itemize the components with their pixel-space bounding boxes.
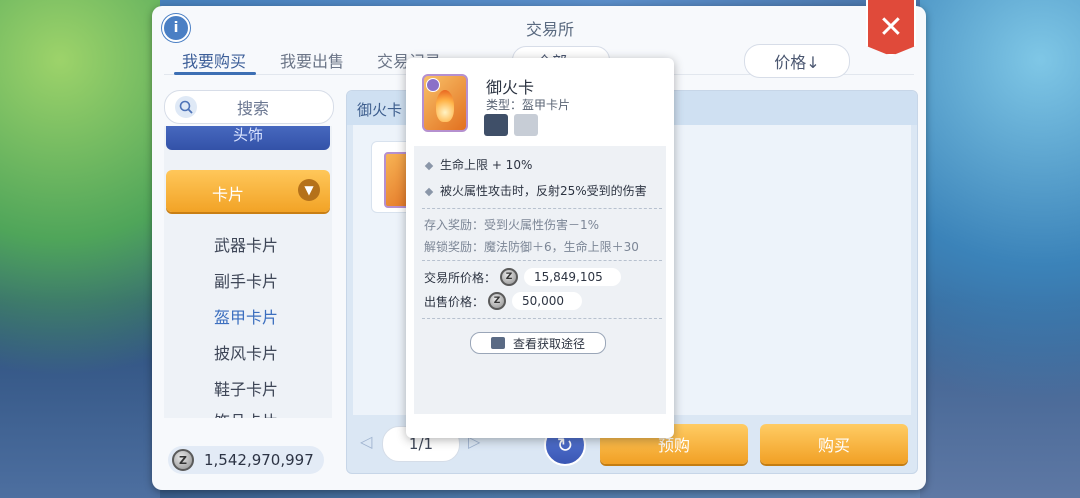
card-icon <box>422 74 468 132</box>
item-tooltip: 御火卡 类型：盔甲卡片 生命上限 + 10% 被火属性攻击时，反射25%受到的伤… <box>406 58 674 438</box>
card-slot-icon <box>514 114 538 136</box>
view-source-label: 查看获取途径 <box>512 336 585 351</box>
category-prev-label: 头饰 <box>232 126 263 144</box>
attribute-text: 被火属性攻击时，反射25%受到的伤害 <box>440 184 647 198</box>
sell-price-label: 出售价格： <box>424 294 485 309</box>
wallet-balance-value: 1,542,970,997 <box>204 451 314 469</box>
deposit-bonus: 存入奖励：受到火属性伤害－1% <box>424 218 600 232</box>
exchange-price-row: 交易所价格： Z 15,849,105 <box>424 268 621 286</box>
sell-price-value: 50,000 <box>512 292 583 310</box>
divider <box>422 260 662 261</box>
inspect-icon <box>490 337 505 349</box>
wallet-balance: Z 1,542,970,997 <box>168 446 324 474</box>
view-source-button[interactable]: 查看获取途径 <box>470 332 606 354</box>
divider <box>422 208 662 209</box>
category-cards-label: 卡片 <box>211 185 244 204</box>
diamond-bullet-icon <box>424 187 434 196</box>
subcategory-offhand[interactable]: 副手卡片 <box>164 268 328 292</box>
attribute-line: 被火属性攻击时，反射25%受到的伤害 <box>424 182 647 199</box>
zeny-coin-icon: Z <box>500 268 519 286</box>
subcategory-armor[interactable]: 盔甲卡片 <box>164 304 328 328</box>
search-box[interactable]: 搜索 <box>164 90 334 124</box>
exchange-price-value: 15,849,105 <box>524 268 621 286</box>
category-list[interactable]: 头饰 卡片 ▼ 武器卡片 副手卡片 盔甲卡片 披风卡片 鞋子卡片 饰品卡片 <box>164 126 332 418</box>
zeny-coin-icon: Z <box>488 292 507 310</box>
diamond-bullet-icon <box>424 161 434 170</box>
tooltip-item-type: 类型：盔甲卡片 <box>486 98 571 112</box>
tooltip-item-name: 御火卡 <box>486 78 535 97</box>
attribute-text: 生命上限 + 10% <box>440 158 533 172</box>
zeny-coin-icon: Z <box>172 449 194 471</box>
subcategory-shoes[interactable]: 鞋子卡片 <box>164 376 328 400</box>
tab-buy[interactable]: 我要购买 <box>182 48 246 72</box>
buy-button[interactable]: 购买 <box>760 424 908 464</box>
background-left <box>0 0 160 498</box>
inspect-icon[interactable] <box>484 114 508 136</box>
tab-active-indicator <box>174 72 256 75</box>
window-title: 交易所 <box>525 20 574 39</box>
unlock-bonus: 解锁奖励：魔法防御＋6，生命上限＋30 <box>424 240 639 254</box>
card-badge-icon <box>426 78 440 92</box>
sort-price-button[interactable]: 价格↓ <box>744 44 850 78</box>
flame-icon <box>436 90 454 122</box>
close-button[interactable]: ✕ <box>866 0 916 56</box>
sell-price-row: 出售价格： Z 50,000 <box>424 292 583 310</box>
exchange-price-label: 交易所价格： <box>424 270 497 285</box>
tab-sell[interactable]: 我要出售 <box>280 48 344 72</box>
subcategory-weapon[interactable]: 武器卡片 <box>164 232 328 256</box>
attribute-line: 生命上限 + 10% <box>424 156 533 173</box>
search-icon <box>175 96 197 118</box>
info-icon[interactable]: i <box>162 14 190 42</box>
close-icon: ✕ <box>878 9 904 45</box>
chevron-down-icon: ▼ <box>298 179 320 201</box>
subcategory-cloak[interactable]: 披风卡片 <box>164 340 328 364</box>
category-cards[interactable]: 卡片 ▼ <box>166 170 330 212</box>
buy-label: 购买 <box>817 436 850 455</box>
background-right <box>920 0 1080 498</box>
search-label: 搜索 <box>237 99 270 118</box>
item-list-header-title: 御火卡 <box>357 101 403 119</box>
tooltip-details: 生命上限 + 10% 被火属性攻击时，反射25%受到的伤害 存入奖励：受到火属性… <box>414 146 666 414</box>
category-prev-item[interactable]: 头饰 <box>166 126 330 150</box>
page-prev-icon[interactable]: ◁ <box>360 432 372 451</box>
sort-price-label: 价格↓ <box>774 53 820 72</box>
divider <box>422 318 662 319</box>
subcategory-accessory[interactable]: 饰品卡片 <box>164 408 328 418</box>
